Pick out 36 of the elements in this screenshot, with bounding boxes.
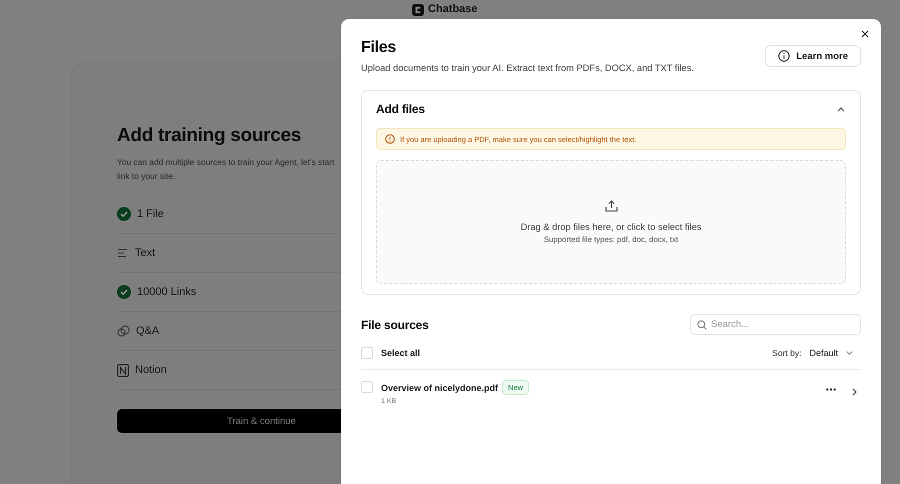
sort-dropdown[interactable]: Default xyxy=(809,348,853,358)
drop-title: Drag & drop files here, or click to select files xyxy=(520,222,702,232)
dialog-subtitle: Upload documents to train your AI. Extract text from PDFs, DOCX, and TXT files. xyxy=(361,63,694,73)
section-title: File sources xyxy=(361,318,429,332)
check-icon xyxy=(117,207,131,221)
file-name[interactable]: Overview of nicelydone.pdf xyxy=(381,382,498,392)
dialog-title: Files xyxy=(361,39,397,57)
search-icon xyxy=(697,320,707,330)
description-text: You can add multiple sources to train your Agent, let's start xyxy=(117,156,334,169)
logo-text: Chatbase xyxy=(428,3,478,16)
chevron-down-icon xyxy=(846,351,853,355)
more-icon[interactable] xyxy=(826,388,836,391)
lines-icon xyxy=(117,248,129,258)
sort-label: Sort by: xyxy=(772,348,802,358)
source-label[interactable]: Text xyxy=(135,247,156,259)
close-icon[interactable] xyxy=(860,29,870,39)
source-label[interactable]: 1 File xyxy=(137,208,164,220)
checkbox[interactable] xyxy=(361,381,373,393)
upload-icon xyxy=(604,200,618,212)
description-text: link to your site. xyxy=(117,170,176,183)
chevron-right-icon[interactable] xyxy=(852,388,857,396)
source-label[interactable]: Notion xyxy=(135,364,167,376)
search-field[interactable]: Search... xyxy=(690,314,861,335)
notion-icon xyxy=(117,364,129,376)
page-title: Add training sources xyxy=(117,125,302,147)
chat-bubbles-icon xyxy=(117,325,130,337)
logo-icon xyxy=(412,4,424,16)
info-icon xyxy=(778,50,790,62)
checkbox[interactable] xyxy=(361,347,373,359)
warning-icon xyxy=(385,134,395,144)
source-label[interactable]: Q&A xyxy=(136,325,160,337)
source-label[interactable]: 10000 Links xyxy=(137,286,196,298)
section-title: Add files xyxy=(376,102,425,116)
check-icon xyxy=(117,285,131,299)
learn-more-button[interactable]: Learn more xyxy=(765,45,861,67)
select-all-label: Select all xyxy=(381,348,420,358)
